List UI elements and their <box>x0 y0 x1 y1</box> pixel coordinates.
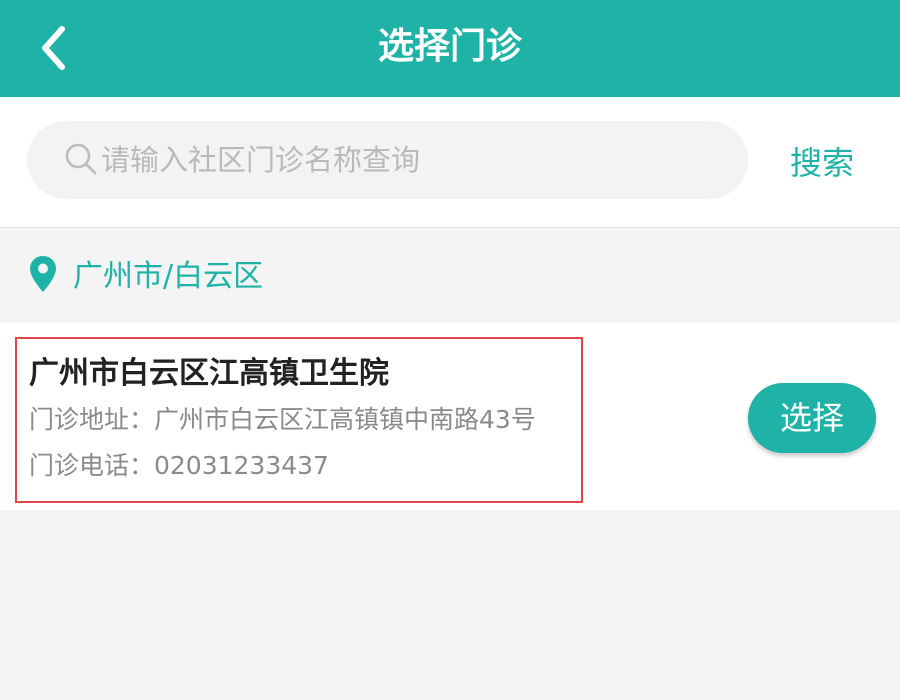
search-icon <box>65 143 97 175</box>
search-input[interactable] <box>101 135 721 185</box>
search-bar: 搜索 <box>0 97 900 228</box>
app-header: 选择门诊 <box>0 0 900 97</box>
search-box[interactable] <box>27 121 748 199</box>
select-button[interactable]: 选择 <box>748 383 876 453</box>
clinic-list-item[interactable]: 广州市白云区江高镇卫生院 门诊地址：广州市白云区江高镇镇中南路43号 门诊电话：… <box>0 323 900 510</box>
page-title: 选择门诊 <box>377 26 522 67</box>
clinic-address: 门诊地址：广州市白云区江高镇镇中南路43号 <box>29 405 536 434</box>
search-button[interactable]: 搜索 <box>790 141 854 185</box>
clinic-name: 广州市白云区江高镇卫生院 <box>29 356 389 391</box>
clinic-phone: 门诊电话：02031233437 <box>29 451 329 480</box>
location-row: 广州市/白云区 <box>0 228 900 323</box>
location-text[interactable]: 广州市/白云区 <box>73 256 263 298</box>
map-pin-icon <box>30 256 56 292</box>
clinic-info: 广州市白云区江高镇卫生院 门诊地址：广州市白云区江高镇镇中南路43号 门诊电话：… <box>15 337 583 503</box>
